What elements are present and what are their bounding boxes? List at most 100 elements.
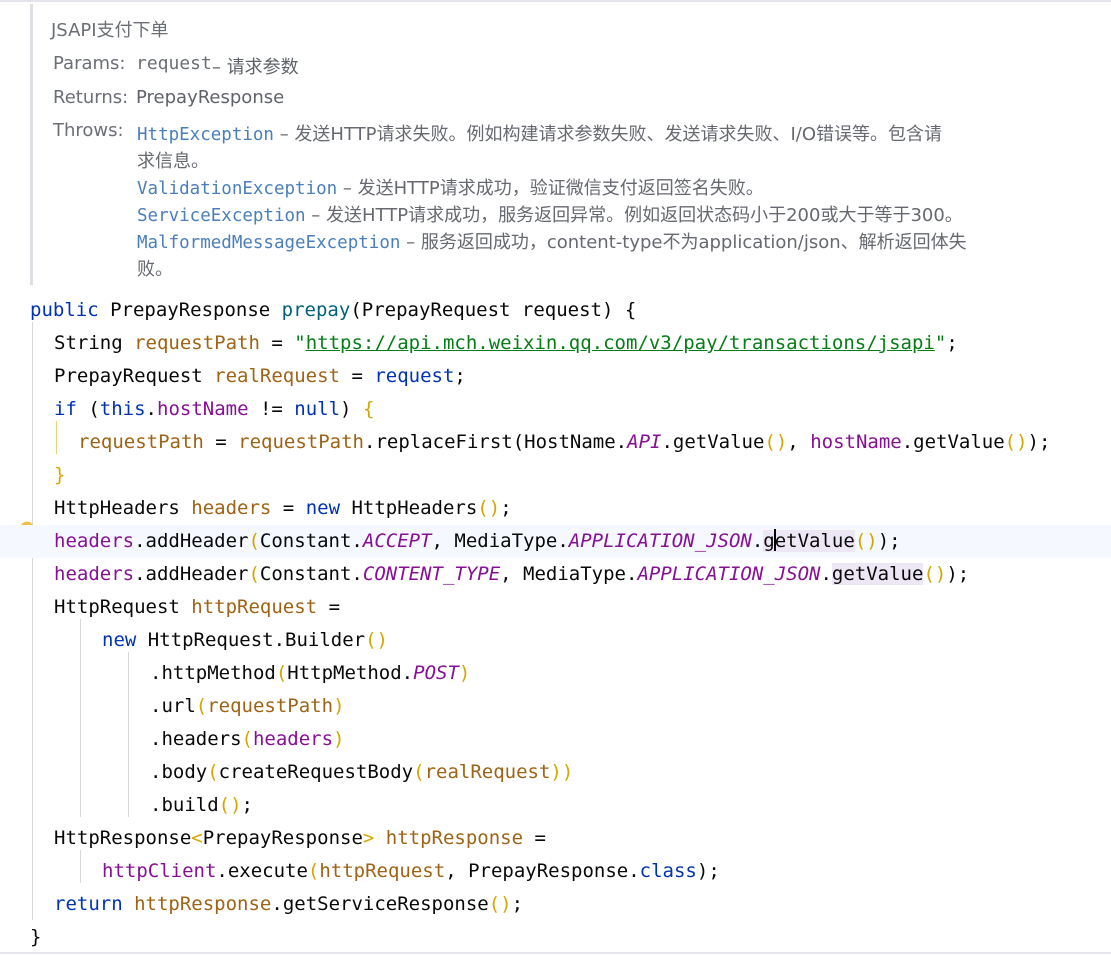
return-type: PrepayResponse: [98, 299, 282, 321]
type: PrepayRequest: [54, 365, 215, 387]
semi: ;: [511, 893, 524, 915]
doc-exception-item: ValidationException – 发送HTTP请求成功，验证微信支付返…: [137, 174, 764, 200]
code-line-7[interactable]: HttpHeaders headers = new HttpHeaders();: [0, 492, 1111, 525]
comma: , MediaType.: [431, 530, 569, 552]
exception-link-http[interactable]: HttpException: [137, 125, 274, 145]
code-line-9[interactable]: headers.addHeader(Constant.CONTENT_TYPE,…: [0, 558, 1111, 591]
ctor: HttpHeaders: [340, 497, 478, 519]
code-line-8-current[interactable]: headers.addHeader(Constant.ACCEPT, Media…: [0, 525, 1111, 558]
code-line-2[interactable]: String requestPath = "https://api.mch.we…: [0, 327, 1111, 360]
code-line-17[interactable]: HttpResponse<PrepayResponse> httpRespons…: [0, 822, 1111, 855]
code-line-6[interactable]: }: [0, 459, 1111, 492]
paren: (): [365, 629, 388, 651]
exception-desc: – 发送HTTP请求失败。例如构建请求参数失败、发送请求失败、I/O错误等。包含…: [273, 124, 943, 145]
const: APPLICATION_JSON: [637, 563, 821, 585]
op: =: [203, 431, 239, 453]
comma: , MediaType.: [500, 563, 638, 585]
param-name: request: [521, 299, 602, 321]
paren: (): [923, 563, 947, 585]
semi: ;: [454, 365, 466, 387]
javadoc-popup: JSAPI支付下单 Params: request – 请求参数 Returns…: [30, 4, 1090, 285]
dot: .: [820, 563, 832, 585]
field: httpClient: [102, 860, 217, 882]
code-line-19[interactable]: return httpResponse.getServiceResponse()…: [0, 888, 1111, 921]
generic-type: PrepayResponse: [202, 827, 363, 849]
comma: , PrepayResponse.: [445, 860, 640, 882]
doc-exception-item-cont: 求信息。: [137, 147, 209, 173]
generic-bracket: <: [191, 827, 203, 849]
exception-desc: – 发送HTTP请求成功，验证微信支付返回签名失败。: [337, 178, 764, 199]
exception-link-malformed[interactable]: MalformedMessageException: [137, 233, 400, 253]
type: String: [54, 332, 135, 354]
call: .addHeader: [134, 563, 249, 585]
paren: (: [275, 662, 288, 684]
code-line-11[interactable]: new HttpRequest.Builder(): [0, 624, 1111, 657]
code-line-15[interactable]: .body(createRequestBody(realRequest)): [0, 756, 1111, 789]
code-line-1[interactable]: public PrepayResponse prepay(PrepayReque…: [0, 294, 1111, 327]
param-ref: request: [374, 365, 455, 387]
kw-return: return: [54, 893, 123, 915]
quote: ": [294, 332, 306, 354]
paren: ): [333, 695, 345, 717]
semi: ;: [500, 497, 512, 519]
code-line-12[interactable]: .httpMethod(HttpMethod.POST): [0, 657, 1111, 690]
brace: }: [30, 926, 42, 948]
doc-returns-value: PrepayResponse: [136, 87, 285, 108]
exception-desc-cont: 败。: [137, 259, 173, 280]
local-var: headers: [54, 530, 135, 552]
call: .body: [150, 761, 208, 783]
editor-bottom-border: [0, 952, 1111, 954]
code-line-18[interactable]: httpClient.execute(httpRequest, PrepayRe…: [0, 855, 1111, 888]
op: =: [271, 497, 306, 519]
exception-desc-cont: 求信息。: [137, 151, 209, 172]
paren: (): [764, 431, 788, 453]
kw-if: if: [54, 398, 77, 420]
code-line-20[interactable]: }: [0, 921, 1111, 954]
code-line-10[interactable]: HttpRequest httpRequest =: [0, 591, 1111, 624]
doc-exception-item-cont: 败。: [137, 255, 173, 281]
paren: (: [413, 761, 425, 783]
local-var: httpRequest: [191, 596, 318, 618]
code-line-13[interactable]: .url(requestPath): [0, 690, 1111, 723]
paren: (: [207, 761, 219, 783]
paren: ): [340, 398, 363, 420]
call: .getValue: [661, 431, 765, 453]
url-link[interactable]: https://api.mch.weixin.qq.com/v3/pay/tra…: [306, 332, 935, 354]
paren: (): [477, 497, 501, 519]
call: .replaceFirst(HostName.: [364, 431, 628, 453]
hl-getvalue: getValue: [831, 563, 924, 585]
end: );: [696, 860, 720, 882]
call: .getServiceResponse: [271, 893, 489, 915]
doc-throws-row: Throws:: [53, 120, 136, 141]
paren: ): [561, 761, 574, 783]
op: =: [523, 827, 546, 849]
editor-top-border: [0, 0, 1111, 2]
doc-returns-row: Returns: PrepayResponse: [53, 87, 284, 108]
paren: (: [76, 398, 100, 420]
kw-public: public: [30, 299, 99, 321]
call: .build: [150, 794, 219, 816]
code-line-16[interactable]: .build();: [0, 789, 1111, 822]
doc-exception-item: MalformedMessageException – 服务返回成功，conte…: [137, 228, 967, 254]
exception-link-validation[interactable]: ValidationException: [137, 179, 337, 199]
exception-link-service[interactable]: ServiceException: [137, 206, 306, 226]
code-line-4[interactable]: if (this.hostName != null) {: [0, 393, 1111, 426]
exception-desc: – 服务返回成功，content-type不为application/json、…: [400, 232, 967, 253]
class-ref: HttpMethod.: [287, 662, 414, 684]
code-line-3[interactable]: PrepayRequest realRequest = request;: [0, 360, 1111, 393]
enum-const: API: [627, 431, 662, 453]
code-line-14[interactable]: .headers(headers): [0, 723, 1111, 756]
local-var: headers: [252, 728, 334, 750]
code-line-5[interactable]: requestPath = requestPath.replaceFirst(H…: [0, 426, 1111, 459]
local-var: httpResponse: [134, 893, 272, 915]
local-var: requestPath: [134, 332, 260, 354]
paren: (): [488, 893, 512, 915]
paren: (: [350, 299, 362, 321]
call: .execute: [216, 860, 308, 882]
local-var: httpRequest: [319, 860, 446, 882]
doc-throws-label: Throws:: [53, 120, 124, 141]
doc-params-label: Params:: [53, 53, 126, 74]
paren: (: [241, 728, 253, 750]
const: APPLICATION_JSON: [568, 530, 752, 552]
